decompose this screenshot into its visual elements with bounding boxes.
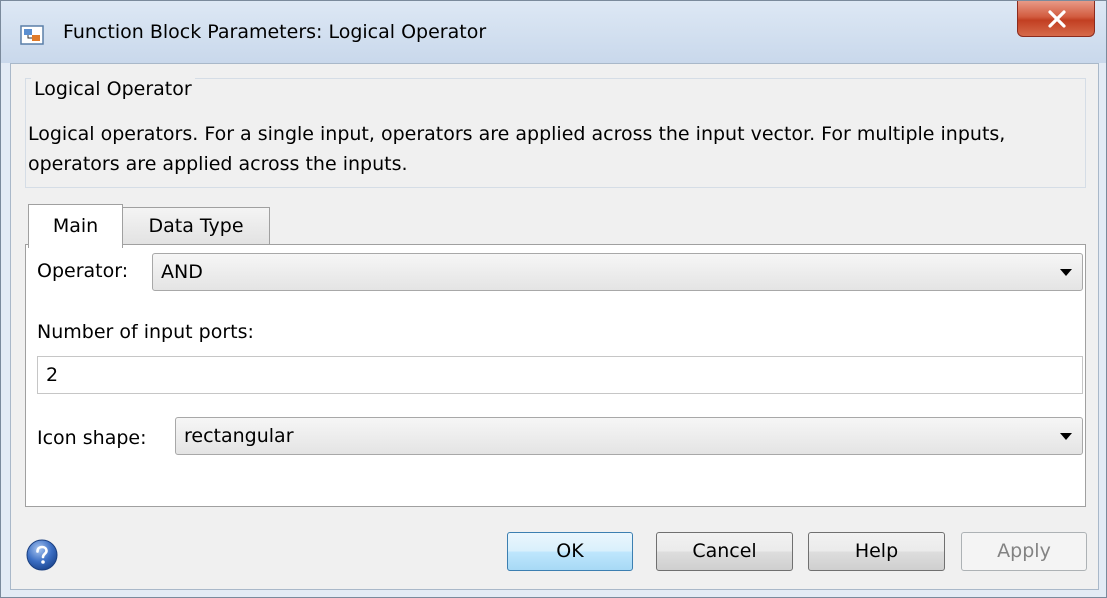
close-button[interactable] [1017, 1, 1095, 37]
operator-label: Operator: [37, 260, 129, 282]
close-icon [1048, 10, 1066, 28]
question-mark-icon[interactable] [26, 539, 58, 571]
group-title: Logical Operator [31, 78, 195, 100]
operator-dropdown[interactable]: AND [152, 253, 1083, 291]
cancel-button[interactable]: Cancel [656, 532, 793, 571]
ok-button[interactable]: OK [507, 532, 633, 571]
icon-shape-value: rectangular [184, 425, 294, 447]
tab-data-type[interactable]: Data Type [122, 207, 270, 245]
window-title: Function Block Parameters: Logical Opera… [63, 21, 487, 43]
dialog-client-area: Logical Operator Logical operators. For … [10, 63, 1099, 590]
num-input-ports-value: 2 [46, 364, 59, 386]
tab-panel-main: Operator: AND Number of input ports: 2 I… [25, 244, 1086, 507]
block-description: Logical operators. For a single input, o… [28, 123, 1006, 175]
tab-main[interactable]: Main [28, 204, 123, 248]
chevron-down-icon [1060, 269, 1072, 276]
chevron-down-icon [1060, 433, 1072, 440]
simulink-block-icon [20, 25, 44, 45]
operator-value: AND [161, 261, 203, 283]
description-group: Logical Operator Logical operators. For … [25, 78, 1086, 188]
dialog-window: Function Block Parameters: Logical Opera… [0, 0, 1107, 598]
num-input-ports-field[interactable]: 2 [37, 356, 1083, 394]
help-button[interactable]: Help [808, 532, 945, 571]
icon-shape-dropdown[interactable]: rectangular [175, 417, 1083, 455]
apply-button[interactable]: Apply [961, 532, 1087, 571]
num-input-ports-label: Number of input ports: [37, 321, 254, 343]
icon-shape-label: Icon shape: [37, 427, 147, 449]
title-bar[interactable]: Function Block Parameters: Logical Opera… [1, 1, 1106, 63]
